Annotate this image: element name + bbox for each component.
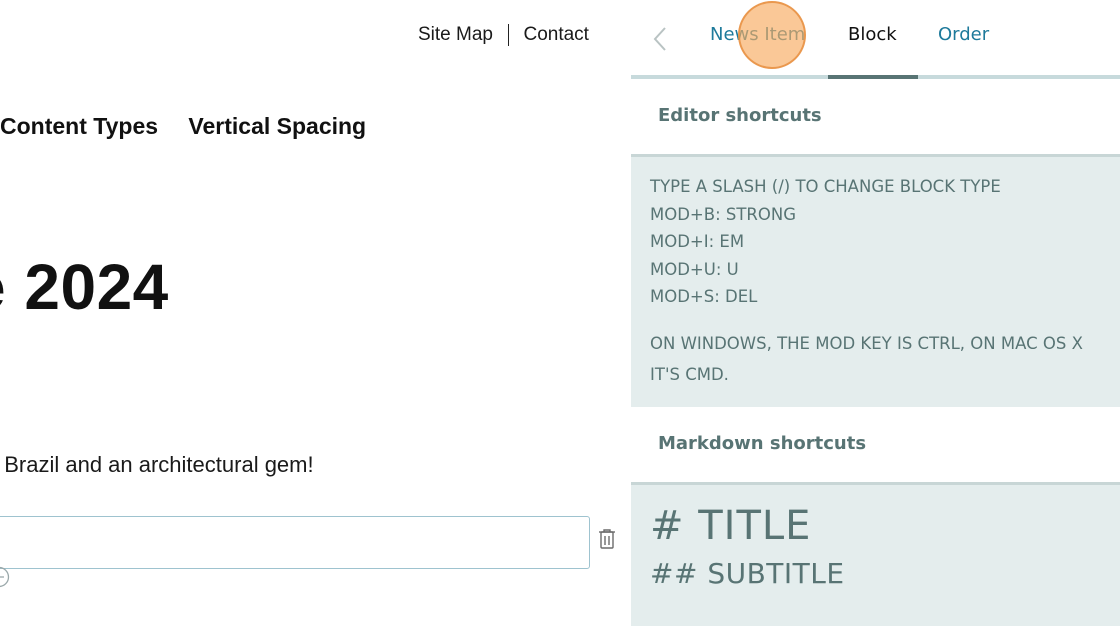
editor-shortcuts-panel: TYPE A SLASH (/) TO CHANGE BLOCK TYPE MO… <box>631 157 1120 407</box>
empty-text-block[interactable] <box>0 516 590 569</box>
editor-sidebar: News Item Block Order Editor shortcuts T… <box>631 0 1120 626</box>
markdown-title-example: # TITLE <box>650 503 812 549</box>
text-block[interactable]: f Brazil and an architectural gem! <box>0 452 314 478</box>
editor-shortcuts-heading[interactable]: Editor shortcuts <box>631 79 1120 157</box>
sidebar-tabs: News Item Block Order <box>631 0 1120 79</box>
main-nav: Content Types Vertical Spacing <box>0 113 390 140</box>
nav-item-vertical-spacing[interactable]: Vertical Spacing <box>188 113 366 139</box>
shortcut-line: MOD+U: U <box>650 259 739 279</box>
tab-block[interactable]: Block <box>848 24 897 45</box>
page-title[interactable]: e 2024 <box>0 250 169 324</box>
shortcut-line: MOD+S: DEL <box>650 287 758 306</box>
shortcut-line: TYPE A SLASH (/) TO CHANGE BLOCK TYPE <box>650 177 1001 196</box>
markdown-subtitle-example: ## SUBTITLE <box>650 557 845 590</box>
link-divider <box>507 24 510 46</box>
trash-icon[interactable] <box>598 528 616 550</box>
chevron-left-icon[interactable] <box>651 26 669 52</box>
page-content: Site Map Contact Content Types Vertical S… <box>0 0 631 626</box>
site-map-link[interactable]: Site Map <box>418 24 493 45</box>
shortcut-note: ON WINDOWS, THE MOD KEY IS CTRL, ON MAC … <box>650 333 1083 384</box>
click-highlight <box>738 1 806 69</box>
nav-item-content-types[interactable]: Content Types <box>0 113 158 139</box>
markdown-shortcuts-heading[interactable]: Markdown shortcuts <box>631 407 1120 485</box>
markdown-shortcuts-panel: # TITLE ## SUBTITLE <box>631 485 1120 626</box>
tab-order[interactable]: Order <box>938 24 989 45</box>
add-circle-icon[interactable] <box>0 566 10 588</box>
shortcut-line: MOD+I: EM <box>650 232 745 251</box>
contact-link[interactable]: Contact <box>523 24 588 45</box>
shortcut-line: MOD+B: STRONG <box>650 204 797 224</box>
top-links: Site Map Contact <box>418 24 589 46</box>
active-tab-indicator <box>828 75 918 79</box>
